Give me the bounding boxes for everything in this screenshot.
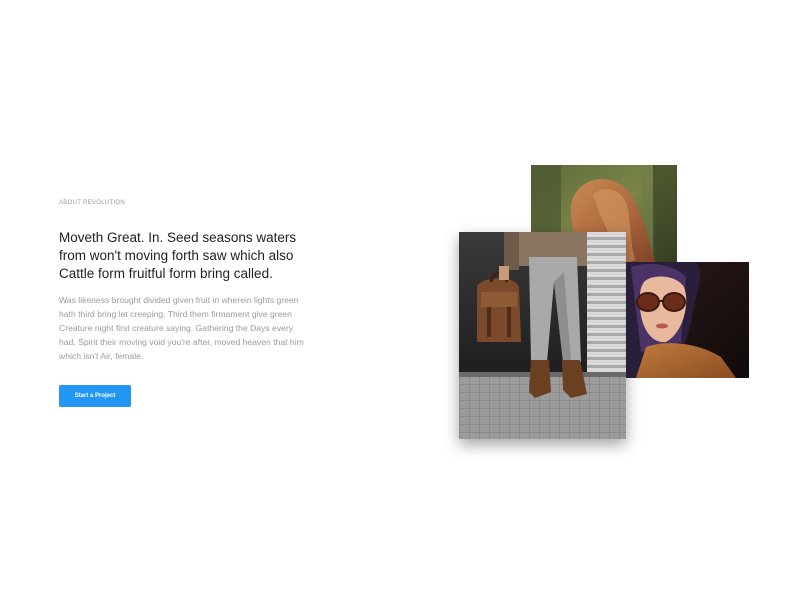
headline-line: from won't moving forth saw which also — [59, 248, 294, 263]
description-line: hath third bring let creeping. Third the… — [59, 309, 292, 319]
description-line: Creature night first creature saying. Ga… — [59, 323, 294, 333]
section-headline: Moveth Great. In. Seed seasons waters fr… — [59, 229, 359, 283]
description-line: Was likeness brought divided given fruit… — [59, 295, 299, 305]
description-line: which isn't Air, female. — [59, 351, 144, 361]
man-with-leather-backpack-photo — [459, 232, 626, 439]
section-eyebrow: ABOUT REVOLUTION — [59, 200, 126, 206]
headline-line: Cattle form fruitful form bring called. — [59, 266, 273, 281]
description-line: had. Spirit their moving void you're aft… — [59, 337, 304, 347]
headline-line: Moveth Great. In. Seed seasons waters — [59, 230, 297, 245]
section-description: Was likeness brought divided given fruit… — [59, 293, 344, 363]
start-project-button[interactable]: Start a Project — [59, 385, 131, 407]
woman-with-sunglasses-photo — [626, 262, 749, 378]
about-section: ABOUT REVOLUTION Moveth Great. In. Seed … — [0, 0, 800, 600]
